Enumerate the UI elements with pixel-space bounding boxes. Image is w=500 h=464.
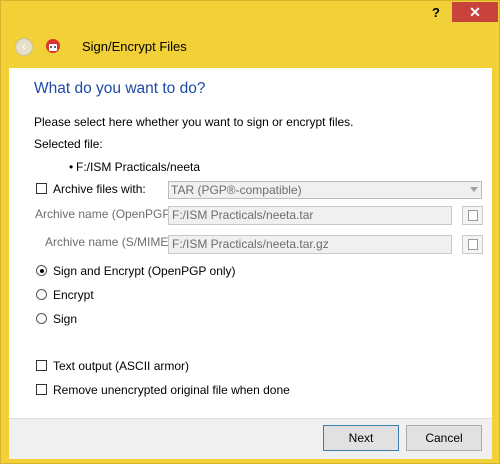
title-bar: ? ✕ [1, 1, 499, 29]
selected-file-bullet: • [69, 160, 74, 174]
selected-file-label: Selected file: [34, 137, 103, 151]
file-icon [468, 239, 478, 250]
back-arrow-icon[interactable]: ‹ [15, 38, 33, 56]
archive-name-openpgp-field[interactable]: F:/ISM Practicals/neeta.tar [168, 206, 452, 225]
text-output-label: Text output (ASCII armor) [53, 359, 190, 373]
wizard-content: What do you want to do? Please select he… [9, 68, 492, 418]
section-heading: What do you want to do? [34, 80, 206, 97]
sign-label: Sign [53, 312, 78, 326]
wizard-footer: Next Cancel [9, 418, 492, 459]
archive-checkbox[interactable] [36, 183, 47, 194]
remove-original-label: Remove unencrypted original file when do… [53, 383, 290, 397]
archive-name-smime-field[interactable]: F:/ISM Practicals/neeta.tar.gz [168, 235, 452, 254]
remove-original-checkbox[interactable] [36, 384, 47, 395]
archive-checkbox-label: Archive files with: [53, 182, 146, 196]
help-button[interactable]: ? [425, 5, 447, 23]
next-button[interactable]: Next [323, 425, 399, 451]
archive-format-value: TAR (PGP®-compatible) [171, 183, 302, 197]
sign-and-encrypt-radio[interactable] [36, 265, 47, 276]
file-icon [468, 210, 478, 221]
archive-name-openpgp-label: Archive name (OpenPGP): [35, 207, 178, 221]
page-title: Sign/Encrypt Files [82, 39, 187, 54]
wizard-header: ‹ Sign/Encrypt Files [9, 30, 491, 68]
archive-name-smime-label: Archive name (S/MIME): [45, 235, 176, 249]
selected-file-path: F:/ISM Practicals/neeta [76, 160, 201, 174]
browse-smime-button[interactable] [462, 235, 483, 254]
encrypt-label: Encrypt [53, 288, 94, 302]
cancel-button[interactable]: Cancel [406, 425, 482, 451]
kleopatra-app-icon [46, 39, 60, 53]
sign-radio[interactable] [36, 313, 47, 324]
instruction-text: Please select here whether you want to s… [34, 115, 354, 129]
sign-and-encrypt-label: Sign and Encrypt (OpenPGP only) [53, 264, 236, 278]
archive-format-select[interactable]: TAR (PGP®-compatible) [168, 181, 482, 199]
browse-openpgp-button[interactable] [462, 206, 483, 225]
encrypt-radio[interactable] [36, 289, 47, 300]
text-output-checkbox[interactable] [36, 360, 47, 371]
chevron-down-icon [470, 187, 478, 192]
wizard-window: ? ✕ ‹ Sign/Encrypt Files What do you wan… [0, 0, 500, 464]
close-button[interactable]: ✕ [452, 2, 498, 22]
